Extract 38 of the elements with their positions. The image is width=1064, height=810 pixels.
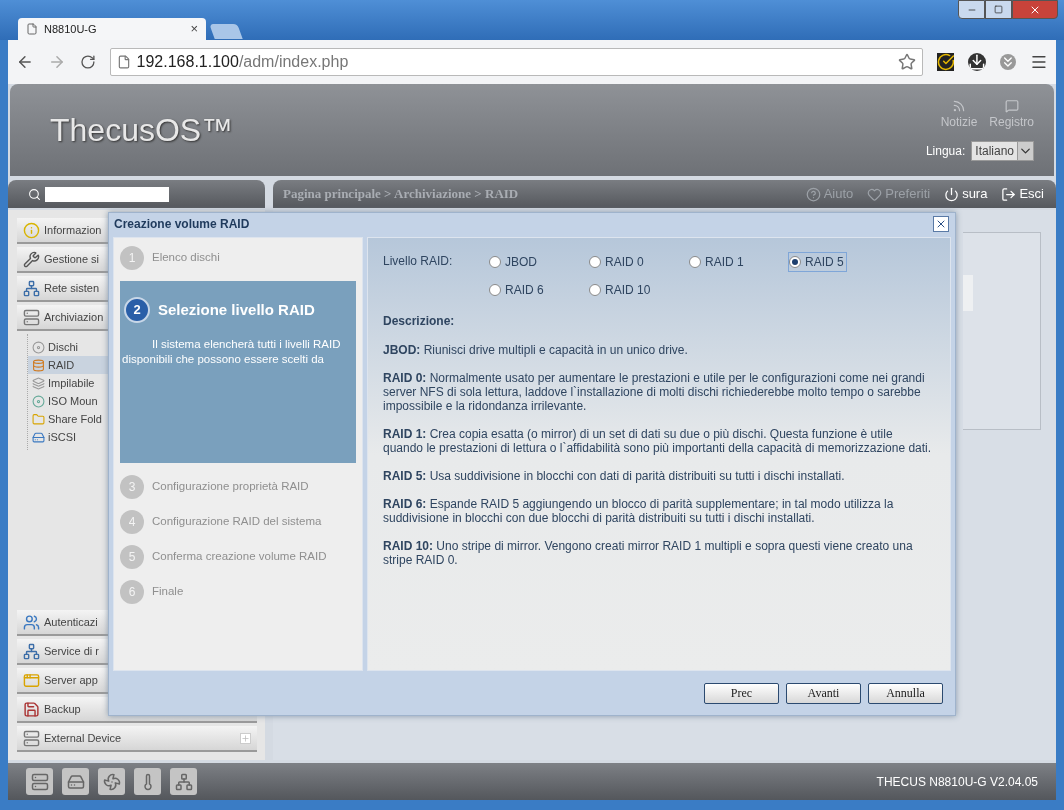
tree-item-label: ISO Moun — [48, 393, 98, 409]
tree-item-label: Share Fold — [48, 411, 102, 427]
tree-item-label: iSCSI — [48, 429, 77, 445]
description-heading: Descrizione: — [383, 313, 456, 330]
language-label: Lingua: — [925, 143, 966, 160]
sidebar-item-label: Backup — [44, 701, 81, 717]
sidebar-item-label: External Device — [44, 730, 122, 746]
sidebar-item-label: Gestione si — [44, 251, 100, 267]
tree-item-label: Dischi — [48, 339, 78, 355]
tab-title: N8810U-G — [44, 21, 98, 37]
sidebar-item-label: Archiviazion — [44, 309, 104, 325]
sidebar-item-label: Informazion — [44, 222, 102, 238]
raid-description: RAID 5: Usa suddivisione in blocchi con dati di parità distribuiti su tutti i dischi installati. — [383, 469, 846, 483]
logo: ThecusOS™ — [50, 111, 235, 150]
step-label: Conferma creazione volume RAID — [152, 548, 327, 564]
raid-description: RAID 0: Normalmente usato per aumentare le prestazioni e utile per le configurazioni come nei grandi server NFS di sola lettura, laddove l`installazione di molti dischi richiederebbe molto tempo o sarebbe impossibile e la ridondanza irrilevante. — [383, 371, 926, 413]
sidebar-item-label: Service di r — [44, 643, 100, 659]
raid-description: RAID 1: Crea copia esatta (o mirror) di un set di dati su due o più dischi. Questa funzione è utile quando le prestazioni di lettura o l`affidabilità sono più importanti della capacità di memorizzazione dati. — [383, 427, 933, 455]
sidebar-item-label: Autenticazi — [44, 614, 98, 630]
tree-item-label: Impilabile — [48, 375, 95, 391]
raid-level-label: Livello RAID: — [383, 253, 454, 270]
sidebar-item-label: Rete sisten — [44, 280, 100, 296]
sidebar-item-label: Server app — [44, 672, 98, 688]
step-description: Il sistema elencherà tutti i livelli RAID disponibili che possono essere scelti da — [122, 337, 342, 367]
step-label: Configurazione RAID del sistema — [152, 513, 322, 529]
step-number: 2 — [124, 297, 150, 323]
step-label: Finale — [152, 583, 184, 599]
breadcrumb: Pagina principale > Archiviazione > RAID — [283, 185, 520, 204]
version-text: THECUS N8810U-G V2.04.05 — [876, 773, 1038, 791]
step-title: Selezione livello RAID — [158, 299, 315, 320]
step-label: Elenco dischi — [152, 249, 220, 265]
raid-description: RAID 6: Espande RAID 5 aggiungendo un blocco di parità supplementare; in tal modo utilizza la suddivisione in blocchi con due blocchi di parità distribuiti su tutti i dischi installati. — [383, 497, 895, 525]
raid-description: RAID 10: Uno stripe di mirror. Vengono creati mirror RAID 1 multipli e sopra questi viene creato una stripe RAID 0. — [383, 539, 914, 567]
tree-item-label: RAID — [48, 357, 75, 373]
raid-description: JBOD: Riunisci drive multipli e capacità in un unico drive. — [383, 343, 689, 357]
dialog-title: Creazione volume RAID — [114, 216, 251, 233]
url-text: 192.168.1.100/adm/index.php — [136, 52, 350, 72]
step-label: Configurazione proprietà RAID — [152, 478, 309, 494]
